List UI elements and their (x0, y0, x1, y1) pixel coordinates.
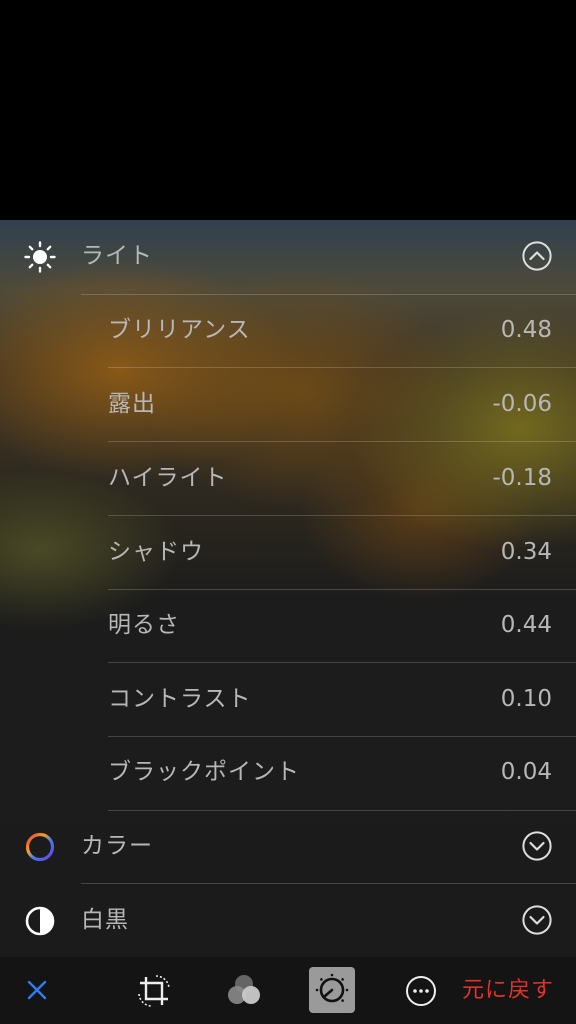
adjustment-label: ブリリアンス (108, 317, 251, 343)
adjustment-value: -0.06 (492, 391, 552, 417)
more-icon[interactable] (405, 975, 437, 1007)
adjustment-row-contrast[interactable]: コントラスト 0.10 (0, 663, 576, 736)
sun-icon (24, 241, 56, 273)
filters-icon[interactable] (224, 971, 264, 1011)
adjustment-value: 0.34 (500, 539, 552, 565)
adjustment-label: 明るさ (108, 612, 180, 638)
adjustment-row-black-point[interactable]: ブラックポイント 0.04 (0, 736, 576, 809)
adjustment-row-exposure[interactable]: 露出 -0.06 (0, 368, 576, 441)
adjustment-row-brilliance[interactable]: ブリリアンス 0.48 (0, 294, 576, 367)
adjustment-row-shadows[interactable]: シャドウ 0.34 (0, 516, 576, 589)
adjustment-value: -0.18 (492, 465, 552, 491)
half-circle-icon (25, 906, 55, 936)
chevron-down-icon[interactable] (522, 905, 552, 935)
photo-edit-screen: ライト ブリリアンス 0.48 露出 -0.06 ハイライト -0.18 シャド… (0, 0, 576, 1024)
adjust-button[interactable] (309, 967, 355, 1013)
adjustment-value: 0.48 (500, 317, 552, 343)
adjustments-panel: ライト ブリリアンス 0.48 露出 -0.06 ハイライト -0.18 シャド… (0, 220, 576, 957)
chevron-up-icon[interactable] (522, 241, 552, 271)
adjustment-label: ブラックポイント (108, 759, 300, 785)
crop-rotate-icon[interactable] (136, 973, 172, 1009)
adjust-dial-icon (315, 973, 349, 1003)
revert-button[interactable]: 元に戻す (462, 957, 554, 1024)
section-header-bw[interactable]: 白黒 (0, 884, 576, 957)
color-ring-icon (25, 832, 55, 862)
section-label-light: ライト (81, 243, 153, 269)
adjustment-value: 0.04 (500, 759, 552, 785)
section-header-light[interactable]: ライト (0, 220, 576, 293)
section-label-color: カラー (81, 833, 153, 859)
adjustment-row-brightness[interactable]: 明るさ 0.44 (0, 589, 576, 662)
chevron-down-icon[interactable] (522, 831, 552, 861)
section-label-bw: 白黒 (81, 907, 129, 933)
close-icon[interactable] (24, 977, 50, 1003)
section-header-color[interactable]: カラー (0, 810, 576, 883)
adjustment-label: ハイライト (108, 465, 228, 491)
bottom-toolbar: 元に戻す (0, 957, 576, 1024)
adjustment-row-highlights[interactable]: ハイライト -0.18 (0, 442, 576, 515)
adjustment-label: コントラスト (108, 686, 252, 712)
adjustment-label: シャドウ (108, 539, 204, 565)
photo-preview (0, 0, 576, 220)
adjustment-value: 0.10 (500, 686, 552, 712)
adjustment-value: 0.44 (500, 612, 552, 638)
adjustment-label: 露出 (108, 391, 156, 417)
